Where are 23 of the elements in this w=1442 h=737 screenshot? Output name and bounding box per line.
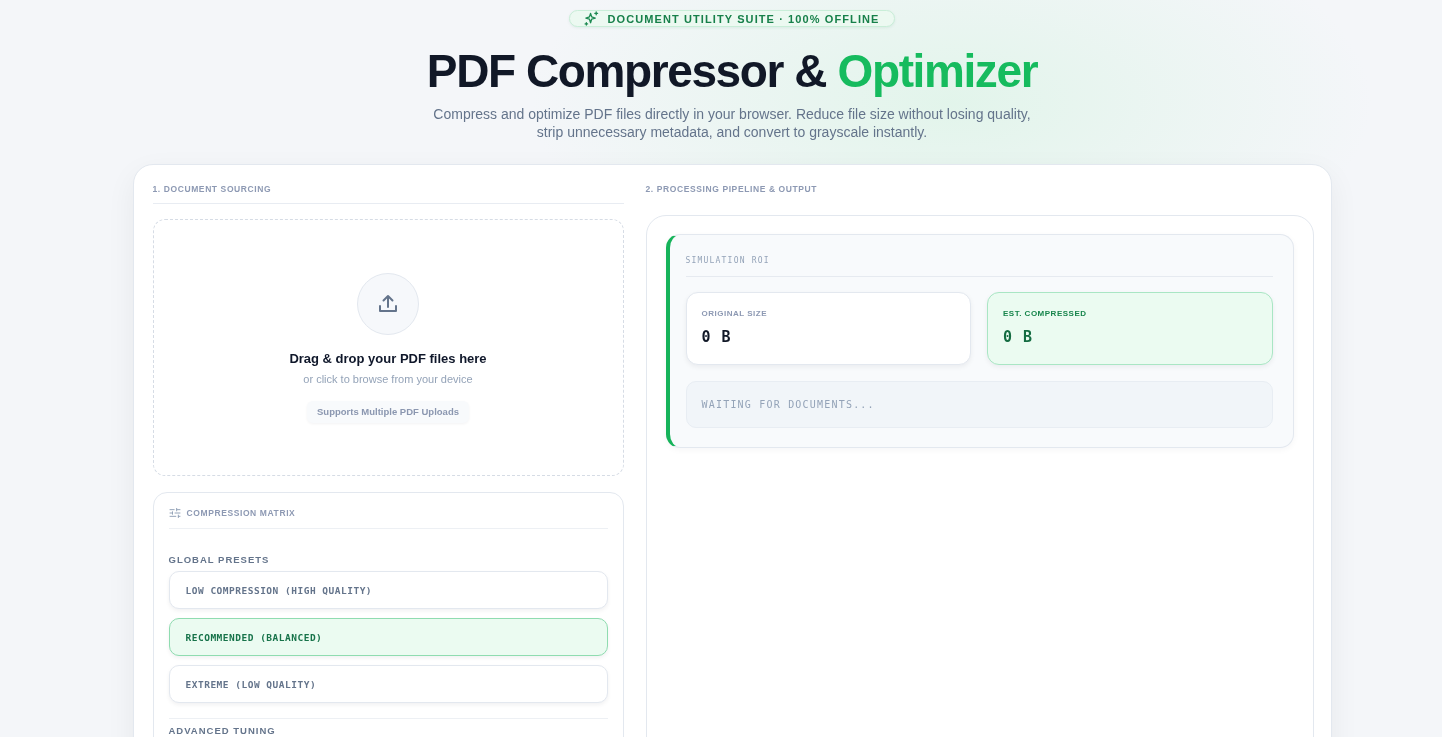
stat-label: EST. COMPRESSED [1003,309,1088,319]
preset-option[interactable]: EXTREME (LOW QUALITY) [168,665,608,703]
section-heading: 1. DOCUMENT SOURCING [152,183,624,204]
preset-option[interactable]: LOW COMPRESSION (HIGH QUALITY) [168,571,608,609]
advanced-label: ADVANCED TUNING [168,725,277,737]
sliders-icon [168,508,181,518]
stat-label: ORIGINAL SIZE [701,309,768,319]
status-message: WAITING FOR DOCUMENTS... [685,381,1273,428]
stat-value: 0 B [701,327,733,347]
uploads-note: Supports Multiple PDF Uploads [307,401,469,423]
panel-title: COMPRESSION MATRIX [186,507,296,519]
stat-value: 0 B [1003,327,1035,347]
preset-option[interactable]: RECOMMENDED (BALANCED) [168,618,608,656]
presets-label: GLOBAL PRESETS [168,554,271,566]
sparkle-icon [584,11,600,26]
file-dropzone[interactable]: Drag & drop your PDF files here or click to browse from your device Supports Multiple PDF Uploads [152,219,624,476]
suite-badge: DOCUMENT UTILITY SUITE · 100% OFFLINE [569,10,895,27]
section-heading: 2. PROCESSING PIPELINE & OUTPUT [645,183,819,195]
dropzone-hint: or click to browse from your device [303,372,473,386]
page-subtitle: Compress and optimize PDF files directly in your browser. Reduce file size without losing quality, strip unnecessary metadata, and convert to grayscale instantly. [432,105,1032,141]
dropzone-title: Drag & drop your PDF files here [289,351,487,367]
page-title: PDF Compressor & Optimizer [426,46,1038,96]
roi-title: SIMULATION ROI [685,255,1273,277]
